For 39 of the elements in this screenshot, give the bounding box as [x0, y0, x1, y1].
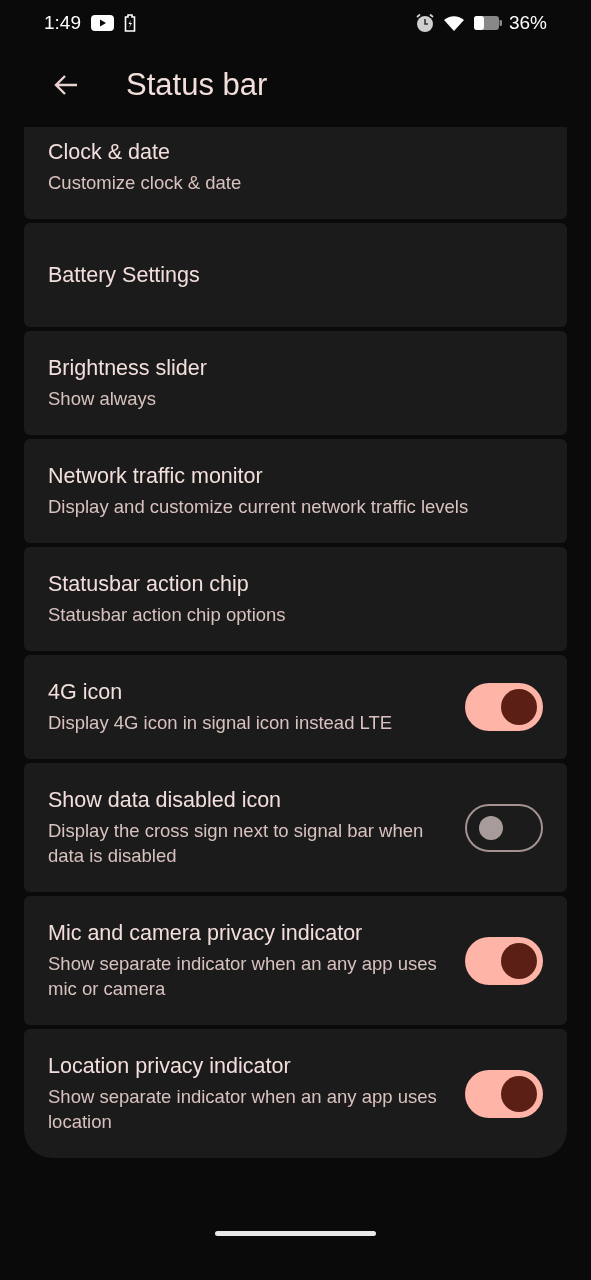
item-title: Network traffic monitor — [48, 463, 264, 489]
toggle-switch[interactable] — [465, 683, 543, 731]
settings-item[interactable]: Clock & date Customize clock & date — [24, 127, 567, 219]
item-subtitle: Show separate indicator when an any app uses mic or camera — [48, 952, 438, 1001]
settings-item[interactable]: Brightness slider Show always — [24, 331, 567, 435]
wifi-icon — [442, 14, 465, 32]
item-title: 4G icon — [48, 679, 124, 705]
settings-item[interactable]: Network traffic monitor Display and customize current network traffic levels — [24, 439, 567, 543]
alarm-icon — [414, 13, 435, 33]
toggle-switch[interactable] — [465, 803, 543, 852]
battery-icon — [472, 15, 503, 31]
settings-item[interactable]: 4G icon Display 4G icon in signal icon instead LTE — [24, 655, 567, 759]
item-title: Clock & date — [48, 139, 171, 165]
settings-item[interactable]: Battery Settings — [24, 223, 567, 327]
back-arrow-icon — [53, 74, 79, 96]
item-subtitle: Display 4G icon in signal icon instead LTE — [48, 711, 394, 735]
settings-item[interactable]: Show data disabled icon Display the cross sign next to signal bar when data is disabled — [24, 763, 567, 892]
item-title: Location privacy indicator — [48, 1053, 292, 1079]
item-subtitle: Display and customize current network traffic levels — [48, 495, 470, 519]
item-title: Brightness slider — [48, 355, 208, 381]
toggle-switch[interactable] — [465, 936, 543, 985]
clock-time: 1:49 — [44, 10, 81, 35]
settings-item[interactable]: Mic and camera privacy indicator Show separate indicator when an any app uses mic or camera — [24, 896, 567, 1025]
settings-item[interactable]: Statusbar action chip Statusbar action chip options — [24, 547, 567, 651]
item-subtitle: Show separate indicator when an any app uses location — [48, 1085, 438, 1134]
toggle-switch[interactable] — [465, 1069, 543, 1118]
page-title: Status bar — [126, 65, 268, 104]
item-title: Mic and camera privacy indicator — [48, 920, 364, 946]
item-subtitle: Display the cross sign next to signal bar when data is disabled — [48, 819, 425, 868]
play-icon — [91, 15, 114, 31]
item-title: Battery Settings — [48, 262, 201, 288]
item-subtitle: Customize clock & date — [48, 171, 243, 195]
battery-charging-icon — [124, 14, 136, 32]
item-title: Statusbar action chip — [48, 571, 250, 597]
item-title: Show data disabled icon — [48, 787, 283, 813]
settings-item[interactable]: Location privacy indicator Show separate indicator when an any app uses location — [24, 1029, 567, 1158]
item-subtitle: Statusbar action chip options — [48, 603, 287, 627]
battery-percentage: 36% — [508, 10, 547, 35]
item-subtitle: Show always — [48, 387, 157, 411]
